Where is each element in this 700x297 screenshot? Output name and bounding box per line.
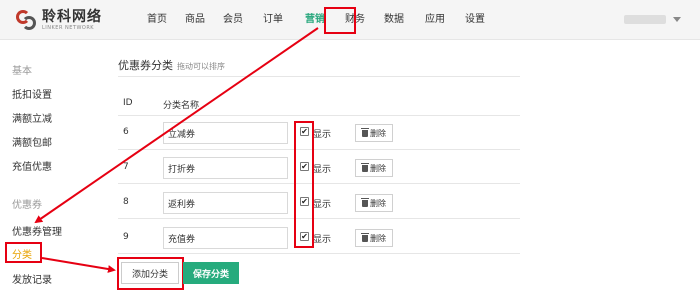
arrow-icon (41, 257, 116, 273)
arrow-icon (34, 27, 319, 224)
annotation-arrows (34, 27, 319, 273)
page: 聆科网络 LINKER NETWORK 首页 商品 会员 订单 营销 财务 数据… (0, 0, 700, 297)
